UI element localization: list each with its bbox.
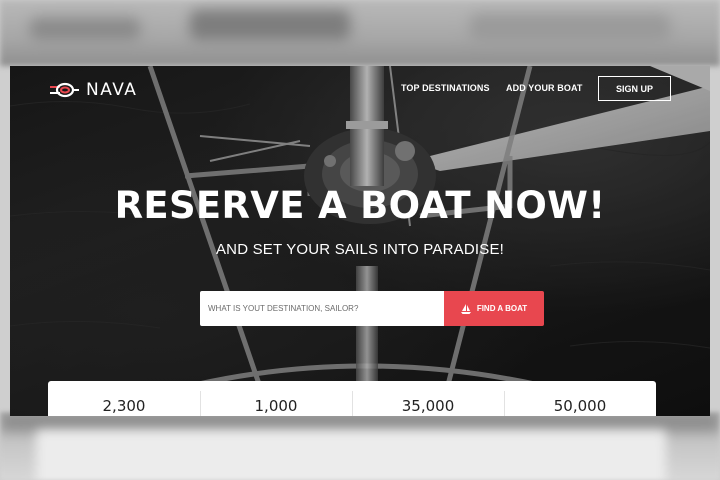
stat-value: 2,300: [102, 397, 146, 415]
blurred-background-top: [0, 0, 720, 66]
hero-section: NAVA TOP DESTINATIONS ADD YOUR BOAT SIGN…: [10, 66, 710, 416]
brand-logo[interactable]: NAVA: [48, 80, 137, 100]
nav-link-add-your-boat[interactable]: ADD YOUR BOAT: [506, 83, 582, 93]
stats-bar: 2,300 1,000 35,000 50,000: [48, 381, 656, 416]
top-navigation: NAVA TOP DESTINATIONS ADD YOUR BOAT SIGN…: [10, 66, 710, 116]
stat-value: 35,000: [352, 381, 504, 416]
destination-search-input[interactable]: [200, 291, 444, 326]
stat-value: 50,000: [504, 381, 656, 416]
nautical-knot-icon: [50, 82, 79, 98]
stat-value: 1,000: [200, 381, 352, 416]
nav-link-top-destinations[interactable]: TOP DESTINATIONS: [401, 83, 490, 93]
brand-name: NAVA: [86, 80, 138, 100]
sign-up-button[interactable]: SIGN UP: [598, 76, 671, 101]
search-bar: FIND A BOAT: [200, 291, 544, 326]
find-a-boat-label: FIND A BOAT: [476, 304, 528, 313]
hero-headline: RESERVE A BOAT NOW!: [114, 184, 606, 227]
hero-subheadline: AND SET YOUR SAILS INTO PARADISE!: [215, 241, 505, 258]
blurred-background-bottom: [0, 412, 720, 480]
find-a-boat-button[interactable]: FIND A BOAT: [444, 291, 544, 326]
sailboat-icon: [460, 303, 471, 314]
